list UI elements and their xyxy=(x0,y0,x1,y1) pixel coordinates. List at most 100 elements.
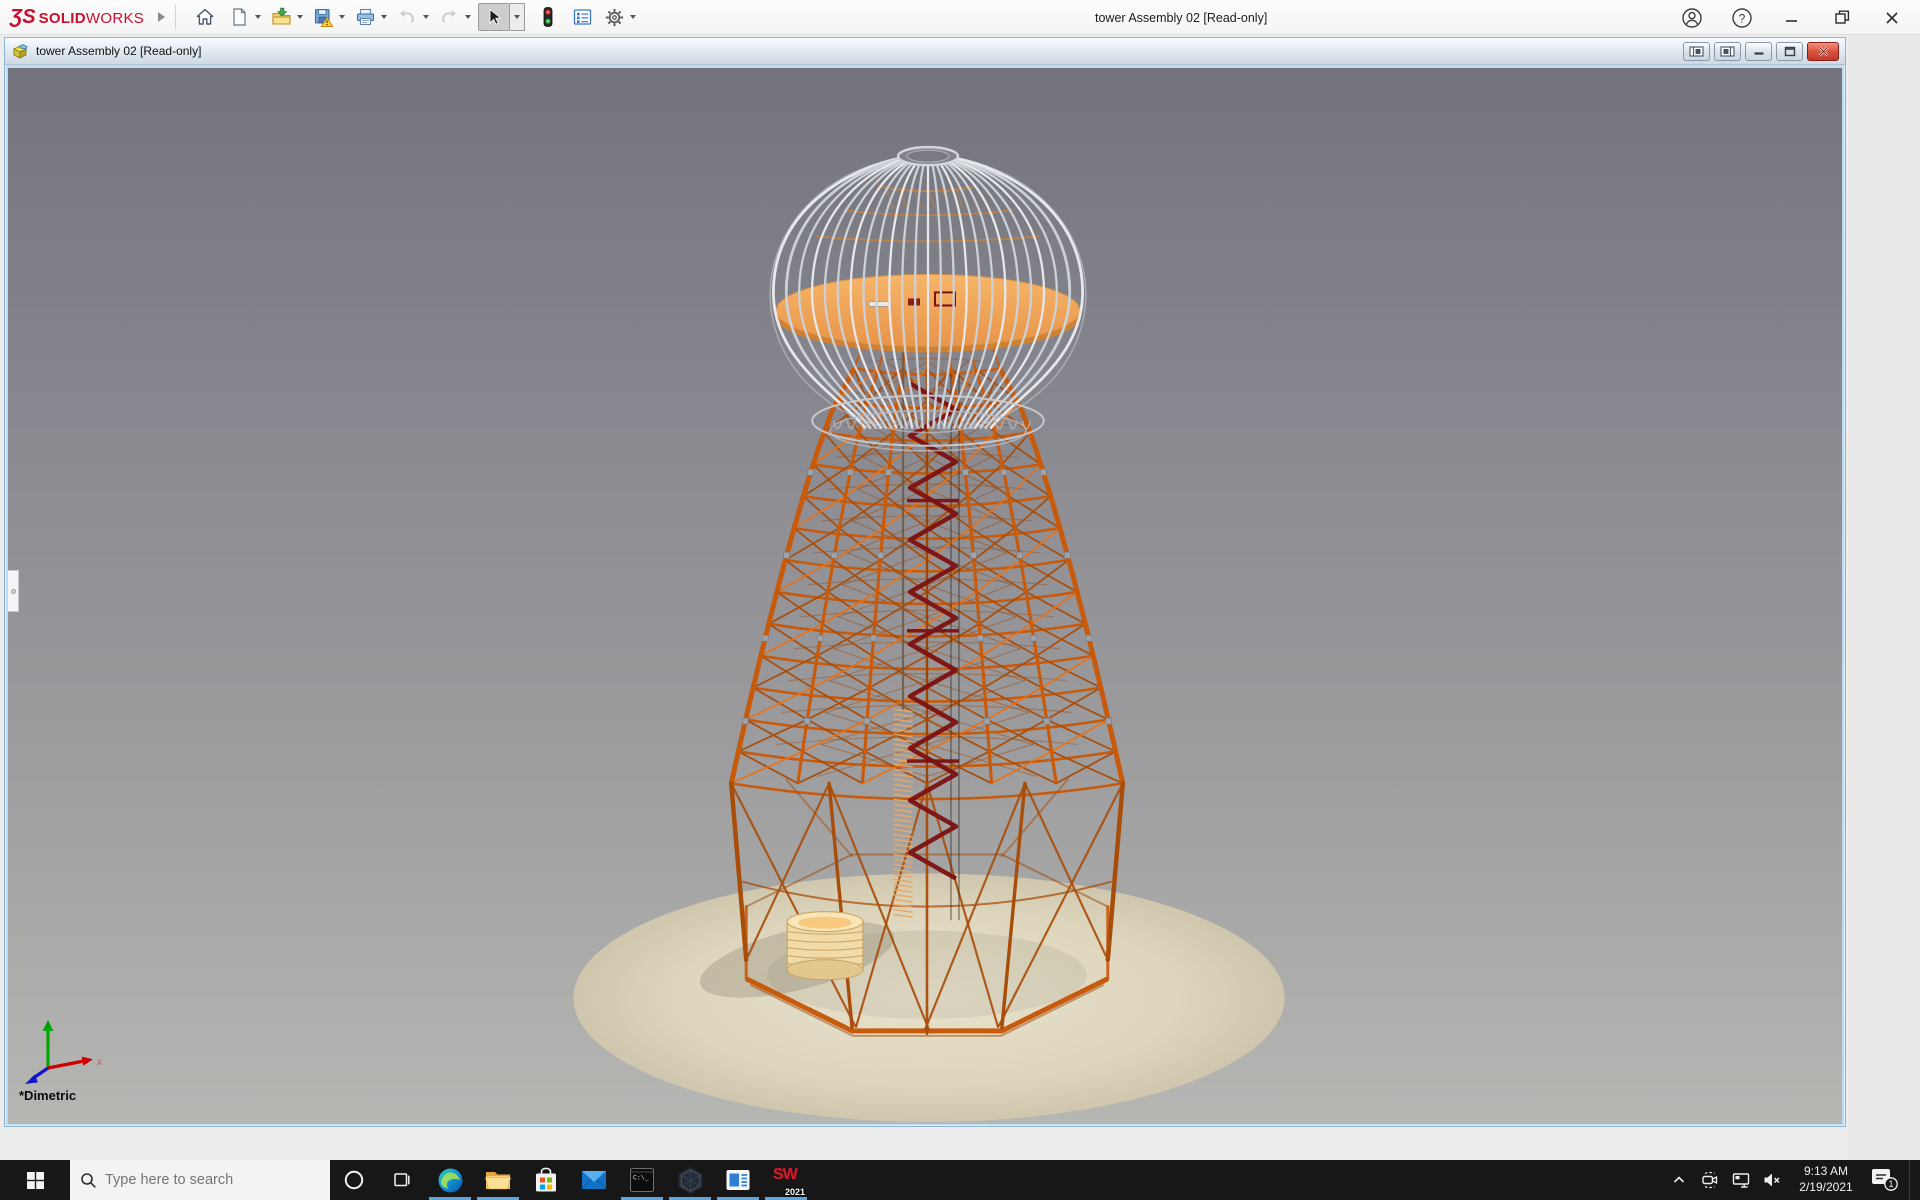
news-app-icon xyxy=(725,1168,751,1192)
toolbar-separator xyxy=(175,5,176,29)
action-center-icon: 1 xyxy=(1870,1167,1900,1193)
traffic-light-icon xyxy=(538,6,558,28)
help-icon: ? xyxy=(1731,7,1753,29)
search-input[interactable] xyxy=(105,1172,295,1188)
save-icon xyxy=(313,7,334,28)
taskbar-search[interactable] xyxy=(70,1160,330,1200)
mail-icon xyxy=(580,1168,608,1192)
document-window: tower Assembly 02 [Read-only] xyxy=(4,37,1846,1127)
restore-icon xyxy=(1834,9,1851,26)
windows-taskbar: C:\_ SW 2021 xyxy=(0,1160,1920,1200)
svg-text:?: ? xyxy=(1739,11,1746,25)
properties-list-icon xyxy=(572,7,593,27)
start-button[interactable] xyxy=(0,1160,70,1200)
home-icon xyxy=(195,7,215,27)
meet-now-button[interactable] xyxy=(1698,1160,1722,1200)
print-button[interactable] xyxy=(352,3,378,31)
doc-minimize-icon xyxy=(1753,46,1765,56)
pane-left-button[interactable] xyxy=(1683,42,1710,61)
close-icon xyxy=(1884,10,1900,26)
pane-right-icon xyxy=(1720,46,1735,57)
open-folder-icon xyxy=(271,7,292,27)
network-button[interactable] xyxy=(1729,1160,1753,1200)
options-button[interactable] xyxy=(601,3,627,31)
undo-button[interactable] xyxy=(394,3,420,31)
print-icon xyxy=(355,7,376,27)
doc-close-icon xyxy=(1817,46,1830,57)
breadcrumb-arrow-icon[interactable] xyxy=(158,12,165,22)
restore-button[interactable] xyxy=(1830,6,1854,30)
chevron-down-icon[interactable] xyxy=(339,15,345,19)
chevron-up-icon xyxy=(1671,1172,1687,1188)
help-button[interactable]: ? xyxy=(1730,6,1754,30)
app-title: tower Assembly 02 [Read-only] xyxy=(1095,0,1267,35)
taskbar-clock[interactable]: 9:13 AM 2/19/2021 xyxy=(1791,1164,1861,1195)
store-icon xyxy=(533,1167,559,1194)
system-tray: 9:13 AM 2/19/2021 1 xyxy=(1667,1160,1920,1200)
taskbar-app-command-prompt[interactable]: C:\_ xyxy=(618,1160,666,1200)
task-pane-gutter xyxy=(1848,36,1920,1160)
document-titlebar[interactable]: tower Assembly 02 [Read-only] xyxy=(5,38,1845,65)
pane-right-button[interactable] xyxy=(1714,42,1741,61)
pane-left-icon xyxy=(1689,46,1704,57)
ethernet-network-icon xyxy=(1731,1170,1751,1190)
selection-filter-button[interactable] xyxy=(535,3,561,31)
taskbar-app-news[interactable] xyxy=(714,1160,762,1200)
chevron-down-icon[interactable] xyxy=(630,15,636,19)
solidworks-app-icon: SW 2021 xyxy=(771,1165,801,1195)
featuremanager-collapsed-tab[interactable] xyxy=(8,570,19,612)
clock-time: 9:13 AM xyxy=(1791,1164,1861,1180)
new-document-button[interactable] xyxy=(226,3,252,31)
quick-access-toolbar xyxy=(192,3,643,31)
assembly-document-icon xyxy=(11,42,30,60)
hexagon-app-icon xyxy=(677,1166,704,1194)
home-button[interactable] xyxy=(192,3,218,31)
viewport-3d[interactable]: x *Dimetric xyxy=(8,68,1842,1124)
tower-assembly-model[interactable] xyxy=(8,68,1842,1124)
redo-button[interactable] xyxy=(436,3,462,31)
notification-badge: 1 xyxy=(1888,1179,1893,1189)
solidworks-logo: ƷS SOLID WORKS xyxy=(10,6,144,29)
taskbar-app-file-explorer[interactable] xyxy=(474,1160,522,1200)
chevron-down-icon[interactable] xyxy=(465,15,471,19)
chevron-down-icon[interactable] xyxy=(255,15,261,19)
volume-button[interactable] xyxy=(1760,1160,1784,1200)
solidworks-logo-mark-icon: ƷS xyxy=(10,6,36,29)
taskbar-app-edge[interactable] xyxy=(426,1160,474,1200)
minimize-button[interactable] xyxy=(1780,6,1804,30)
taskbar-app-edrawings[interactable] xyxy=(666,1160,714,1200)
account-icon xyxy=(1681,7,1703,29)
taskbar-app-store[interactable] xyxy=(522,1160,570,1200)
cortana-button[interactable] xyxy=(330,1160,378,1200)
document-title: tower Assembly 02 [Read-only] xyxy=(36,44,201,58)
tray-overflow-button[interactable] xyxy=(1667,1160,1691,1200)
select-tool-button[interactable] xyxy=(478,3,510,31)
triad-x-label: x xyxy=(97,1057,102,1068)
action-center-button[interactable]: 1 xyxy=(1868,1160,1902,1200)
volume-muted-icon xyxy=(1762,1170,1782,1190)
show-desktop-button[interactable] xyxy=(1909,1160,1914,1200)
pane-grip-icon xyxy=(11,589,16,594)
search-icon xyxy=(80,1172,97,1189)
doc-restore-button[interactable] xyxy=(1776,42,1803,61)
gear-icon xyxy=(604,7,625,28)
file-properties-button[interactable] xyxy=(569,3,595,31)
meet-now-camera-icon xyxy=(1700,1170,1720,1190)
doc-close-button[interactable] xyxy=(1807,42,1839,61)
taskbar-app-mail[interactable] xyxy=(570,1160,618,1200)
taskbar-app-solidworks[interactable]: SW 2021 xyxy=(762,1160,810,1200)
view-orientation-label: *Dimetric xyxy=(19,1088,76,1103)
chevron-down-icon[interactable] xyxy=(381,15,387,19)
chevron-down-icon[interactable] xyxy=(423,15,429,19)
close-button[interactable] xyxy=(1880,6,1904,30)
account-button[interactable] xyxy=(1680,6,1704,30)
windows-logo-icon xyxy=(27,1172,44,1189)
doc-restore-icon xyxy=(1784,46,1796,57)
task-view-button[interactable] xyxy=(378,1160,426,1200)
doc-minimize-button[interactable] xyxy=(1745,42,1772,61)
select-tool-dropdown[interactable] xyxy=(510,3,525,31)
open-button[interactable] xyxy=(268,3,294,31)
chevron-down-icon[interactable] xyxy=(297,15,303,19)
save-button[interactable] xyxy=(310,3,336,31)
select-cursor-icon xyxy=(484,7,504,27)
